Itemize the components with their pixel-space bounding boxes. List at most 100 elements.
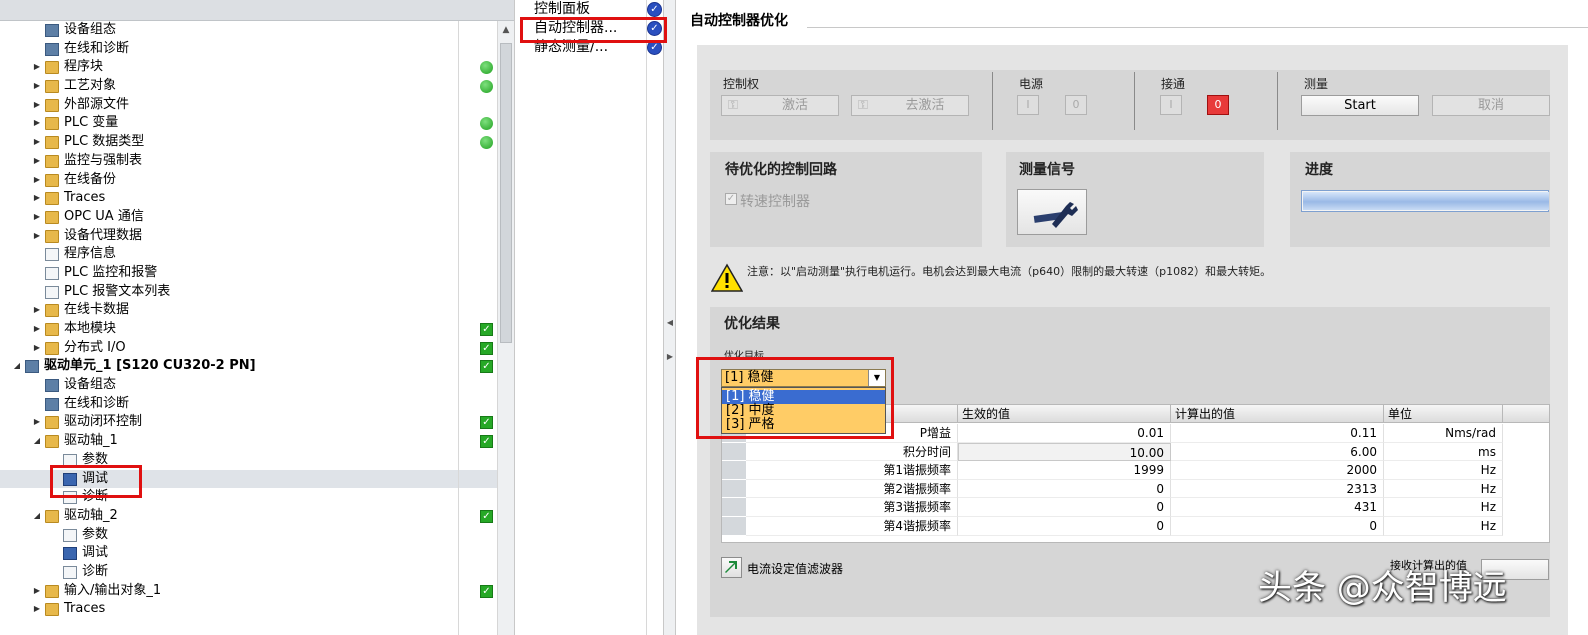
tree-item[interactable]: ▶ PLC 变量: [0, 114, 497, 133]
effective-value-cell: 1999: [958, 461, 1171, 480]
collapsed-arrow-icon[interactable]: ▶: [32, 208, 42, 227]
table-header-effective: 生效的值: [958, 405, 1171, 423]
table-header-calculated: 计算出的值: [1171, 405, 1384, 423]
collapse-left-icon[interactable]: ◀: [666, 318, 674, 327]
tree-item[interactable]: ▶ 驱动闭环控制 ✓: [0, 413, 497, 432]
param-name-cell: 第2谐振频率: [746, 479, 958, 499]
tree-item[interactable]: ▶ OPC UA 通信: [0, 208, 497, 227]
collapsed-arrow-icon[interactable]: ▶: [32, 301, 42, 320]
collapsed-arrow-icon[interactable]: ▶: [32, 600, 42, 619]
collapsed-arrow-icon[interactable]: ▶: [32, 413, 42, 432]
tree-item[interactable]: ◢ 驱动单元_1 [S120 CU320-2 PN] ✓: [0, 357, 497, 376]
tree-item[interactable]: ▶ 分布式 I/O ✓: [0, 339, 497, 358]
measure-signal-button[interactable]: [1017, 189, 1087, 235]
tree-item[interactable]: ▶ 外部源文件: [0, 96, 497, 115]
tree-item[interactable]: 调试: [0, 544, 497, 563]
power-on-button[interactable]: I: [1017, 95, 1039, 115]
nav-item-control-panel[interactable]: 控制面板: [534, 0, 646, 18]
filter-link-icon[interactable]: [721, 557, 742, 578]
tree-item[interactable]: ▶ 工艺对象: [0, 77, 497, 96]
tree-item[interactable]: ▶ 在线备份: [0, 171, 497, 190]
calculated-value-cell: 0.11: [1171, 424, 1384, 443]
scroll-up-icon[interactable]: ▲: [499, 23, 513, 37]
table-row: 第4谐振频率 0 0 Hz: [722, 517, 1549, 536]
collapsed-arrow-icon[interactable]: ▶: [32, 96, 42, 115]
tree-scroll-thumb[interactable]: [500, 43, 512, 343]
status-ok-dot-icon: [480, 117, 493, 131]
tree-item[interactable]: ▶ Traces: [0, 189, 497, 208]
activate-button[interactable]: ⚿ 激活: [721, 95, 839, 116]
tree-item[interactable]: 程序信息: [0, 245, 497, 264]
diagnostics-icon: [63, 565, 77, 579]
param-name-cell: 第1谐振频率: [746, 461, 958, 480]
tree-item[interactable]: ▶ 输入/输出对象_1 ✓: [0, 582, 497, 601]
tree-item[interactable]: 设备组态: [0, 21, 497, 40]
collapsed-arrow-icon[interactable]: ▶: [32, 227, 42, 246]
collapsed-arrow-icon[interactable]: ▶: [32, 582, 42, 601]
collapsed-arrow-icon[interactable]: ▶: [32, 171, 42, 190]
enable-off-button[interactable]: 0: [1207, 95, 1229, 115]
tree-item[interactable]: ▶ PLC 数据类型: [0, 133, 497, 152]
collapsed-arrow-icon[interactable]: ▶: [32, 320, 42, 339]
start-button[interactable]: Start: [1301, 95, 1419, 116]
progress-bar: [1301, 190, 1549, 212]
tree-item[interactable]: 设备组态: [0, 376, 497, 395]
expanded-arrow-icon[interactable]: ◢: [12, 357, 22, 376]
cancel-button[interactable]: 取消: [1432, 95, 1550, 116]
expanded-arrow-icon[interactable]: ◢: [32, 507, 42, 526]
folder-icon: [45, 584, 59, 598]
expanded-arrow-icon[interactable]: ◢: [32, 432, 42, 451]
tree-item[interactable]: ▶ 监控与强制表: [0, 152, 497, 171]
collapsed-arrow-icon[interactable]: ▶: [32, 133, 42, 152]
deactivate-button[interactable]: ⚿ 去激活: [851, 95, 969, 116]
status-check-icon: ✓: [480, 323, 493, 336]
tree-item-label: PLC 数据类型: [64, 134, 145, 150]
tree-item-label: 程序块: [64, 59, 104, 75]
status-check-icon: ✓: [480, 584, 493, 598]
row-header: [722, 479, 746, 499]
table-row: 第2谐振频率 0 2313 Hz: [722, 479, 1549, 499]
table-header-filler: [1503, 405, 1549, 423]
status-check-icon: ✓: [480, 341, 493, 355]
tree-item[interactable]: ▶ 设备代理数据: [0, 227, 497, 246]
collapsed-arrow-icon[interactable]: ▶: [32, 77, 42, 96]
tree-item[interactable]: ▶ Traces: [0, 600, 497, 619]
tree-item[interactable]: ▶ 在线卡数据: [0, 301, 497, 320]
tree-item[interactable]: PLC 监控和报警: [0, 264, 497, 283]
collapsed-arrow-icon[interactable]: ▶: [32, 58, 42, 77]
tree-item[interactable]: 在线和诊断: [0, 395, 497, 414]
tree-scrollbar[interactable]: ▲: [497, 21, 514, 635]
enable-on-button[interactable]: I: [1160, 95, 1182, 115]
expand-right-icon[interactable]: ▶: [666, 352, 674, 361]
page-title: 自动控制器优化: [690, 13, 788, 29]
collapsed-arrow-icon[interactable]: ▶: [32, 189, 42, 208]
tree-item[interactable]: 参数: [0, 526, 497, 545]
speed-controller-label: 转速控制器: [740, 194, 810, 210]
tree-item-label: 在线卡数据: [64, 302, 130, 318]
panel-splitter[interactable]: ◀ ▶: [664, 0, 676, 635]
power-label: 电源: [1019, 77, 1044, 91]
collapsed-arrow-icon[interactable]: ▶: [32, 114, 42, 133]
power-off-button[interactable]: 0: [1065, 95, 1087, 115]
folder-icon: [45, 61, 59, 75]
tree-item[interactable]: ◢ 驱动轴_1 ✓: [0, 432, 497, 451]
tree-item[interactable]: PLC 报警文本列表: [0, 283, 497, 302]
tree-item[interactable]: ◢ 驱动轴_2 ✓: [0, 507, 497, 526]
folder-icon: [45, 117, 59, 131]
unit-cell: ms: [1384, 442, 1503, 462]
tree-item[interactable]: ▶ 本地模块 ✓: [0, 320, 497, 339]
collapsed-arrow-icon[interactable]: ▶: [32, 339, 42, 358]
effective-value-cell[interactable]: 10.00: [958, 442, 1171, 462]
device-config-icon: [45, 24, 59, 37]
folder-icon: [45, 80, 59, 94]
tree-item[interactable]: 在线和诊断: [0, 40, 497, 59]
measure-label: 测量: [1304, 77, 1329, 91]
tree-item-label: 参数: [82, 526, 109, 542]
tree-item[interactable]: ▶ 程序块: [0, 58, 497, 77]
arrow-up-right-icon: [725, 561, 737, 573]
collapsed-arrow-icon[interactable]: ▶: [32, 152, 42, 171]
speed-controller-checkbox[interactable]: ✓: [725, 193, 737, 205]
folder-icon: [45, 323, 59, 336]
tree-item[interactable]: 诊断: [0, 563, 497, 582]
folder-icon: [45, 154, 59, 168]
